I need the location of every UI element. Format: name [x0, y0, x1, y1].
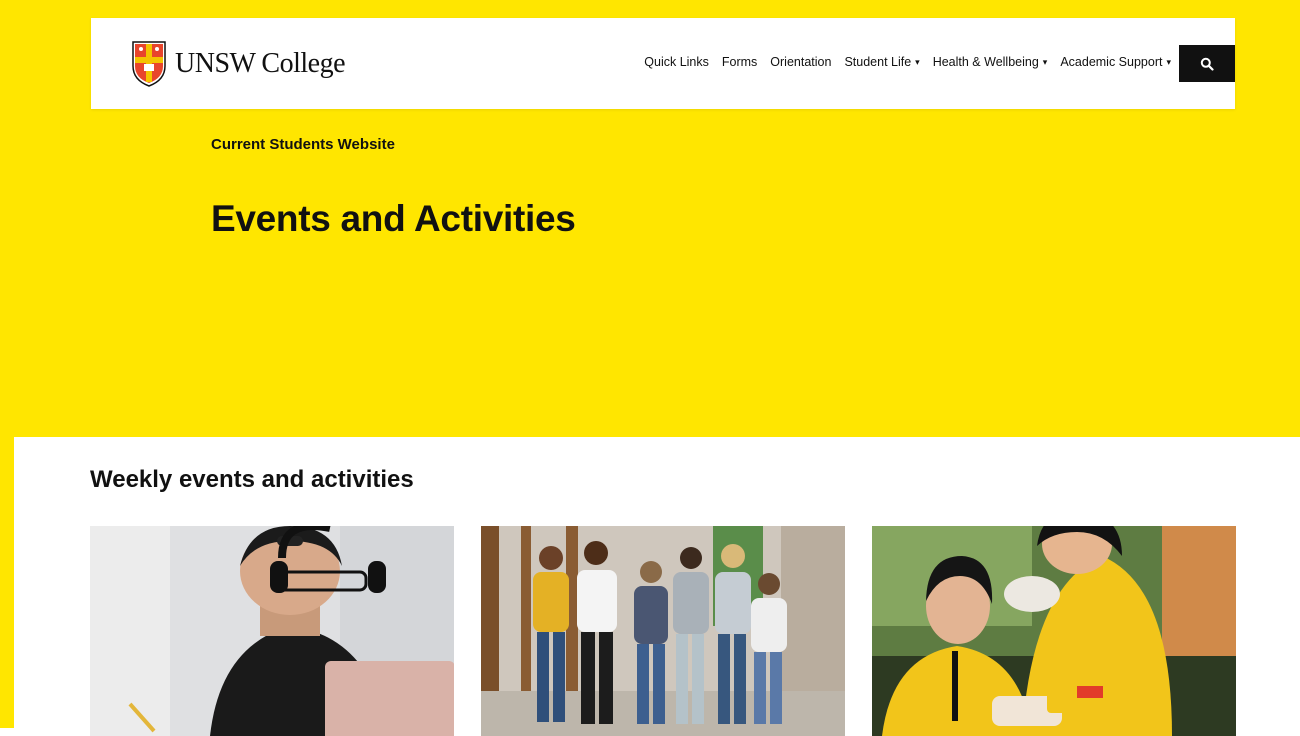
site-eyebrow: Current Students Website	[211, 136, 395, 153]
nav-forms[interactable]: Forms	[722, 55, 757, 69]
students-walking-image	[481, 526, 845, 736]
nav-student-life[interactable]: Student Life ▾	[844, 55, 919, 69]
main-nav: Quick Links Forms Orientation Student Li…	[644, 55, 1171, 69]
nav-quick-links[interactable]: Quick Links	[644, 55, 709, 69]
nav-orientation[interactable]: Orientation	[770, 55, 831, 69]
nav-label: Forms	[721, 55, 758, 69]
section-title: Weekly events and activities	[90, 466, 414, 493]
crest-icon	[132, 41, 166, 87]
event-card-social[interactable]	[481, 526, 845, 736]
chevron-down-icon: ▾	[1166, 56, 1171, 67]
site-header: UNSW College Quick Links Forms Orientati…	[91, 18, 1235, 109]
search-icon	[1200, 57, 1214, 71]
page-title: Events and Activities	[211, 198, 576, 239]
students-yellow-shirts-image	[872, 526, 1236, 736]
nav-label: Orientation	[770, 55, 832, 69]
logo-text: UNSW College	[175, 48, 346, 79]
nav-label: Student Life	[844, 55, 912, 69]
event-card-volunteer[interactable]	[872, 526, 1236, 736]
search-button[interactable]	[1179, 45, 1235, 82]
nav-label: Academic Support	[1060, 55, 1163, 69]
nav-academic-support[interactable]: Academic Support ▾	[1060, 55, 1171, 69]
nav-health-wellbeing[interactable]: Health & Wellbeing ▾	[933, 55, 1048, 69]
event-card-study[interactable]	[90, 526, 454, 736]
student-headphones-image	[90, 526, 454, 736]
unsw-college-logo[interactable]: UNSW College	[131, 40, 346, 88]
nav-label: Health & Wellbeing	[932, 55, 1039, 69]
chevron-down-icon: ▾	[1042, 56, 1048, 67]
nav-label: Quick Links	[644, 55, 709, 69]
chevron-down-icon: ▾	[915, 56, 920, 67]
